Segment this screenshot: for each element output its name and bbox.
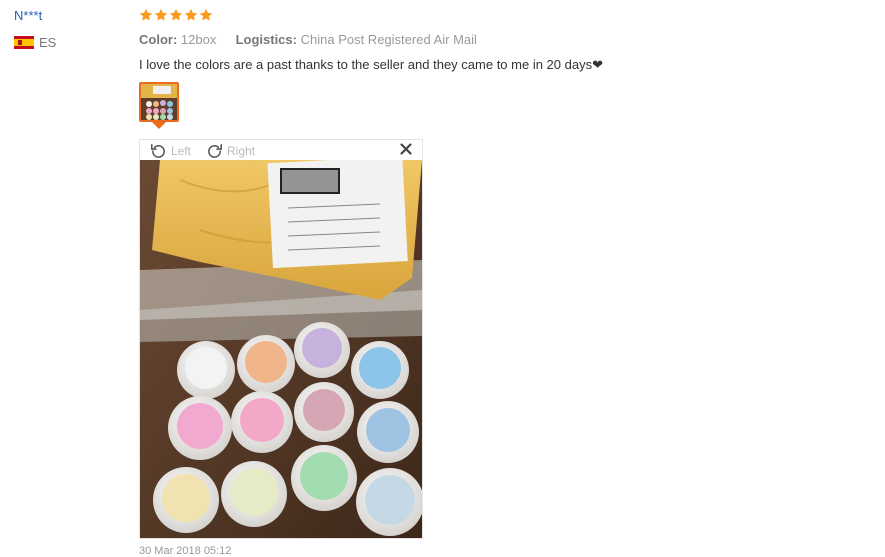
viewer-toolbar: Left Right	[140, 140, 422, 160]
rotate-left-icon	[150, 144, 165, 158]
photo-viewer: Left Right	[139, 139, 423, 539]
logistics-value: China Post Registered Air Mail	[300, 32, 477, 47]
close-icon[interactable]	[398, 141, 414, 157]
photo-thumbnail[interactable]	[139, 82, 179, 122]
review-photo-image	[140, 160, 422, 538]
star-icon	[169, 8, 183, 21]
thumbnail-image	[141, 84, 177, 120]
review-date: 30 Mar 2018 05:12	[139, 545, 232, 557]
review-photo	[140, 160, 422, 538]
star-icon	[184, 8, 198, 21]
rotate-right-button[interactable]: Right	[206, 142, 255, 159]
star-icon	[199, 8, 213, 21]
review-text: I love the colors are a past thanks to t…	[139, 57, 603, 72]
spain-flag-icon	[14, 36, 34, 49]
color-label: Color:	[139, 32, 178, 47]
reviewer: N***t	[14, 8, 42, 23]
thumbnail-pointer	[152, 122, 166, 129]
rotate-right-icon	[208, 144, 223, 158]
rotate-right-label: Right	[227, 143, 256, 158]
reviewer-country: ES	[14, 35, 56, 50]
star-rating	[139, 8, 859, 26]
reviewer-name[interactable]: N***t	[14, 8, 42, 23]
color-value: 12box	[180, 32, 217, 47]
rotate-left-label: Left	[171, 143, 192, 158]
star-icon	[154, 8, 168, 21]
country-code: ES	[39, 35, 57, 50]
rotate-left-button[interactable]: Left	[150, 142, 191, 159]
order-info: Color: 12box Logistics: China Post Regis…	[139, 32, 477, 47]
logistics-label: Logistics:	[235, 32, 297, 47]
review-content: Color: 12box Logistics: China Post Regis…	[139, 8, 859, 539]
star-icon	[139, 8, 153, 21]
